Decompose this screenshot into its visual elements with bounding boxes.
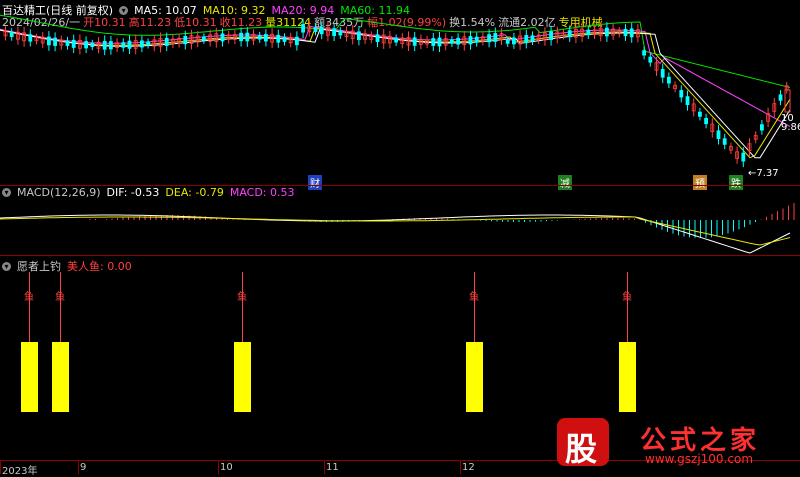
signal-fish-marker: 鱼 (55, 292, 65, 303)
signal-fish-marker: 鱼 (237, 292, 247, 303)
dea-line (0, 216, 791, 246)
signal-stem (474, 272, 475, 342)
x-axis-label: 10 (220, 462, 233, 473)
panel-divider (0, 255, 800, 256)
signal-bar (21, 342, 38, 412)
signal-stem (60, 272, 61, 342)
x-axis-tick (0, 460, 1, 474)
x-axis-tick (324, 460, 325, 474)
x-axis-tick (460, 460, 461, 474)
x-axis-label: 12 (462, 462, 475, 473)
signal-bar (619, 342, 636, 412)
signal-stem (627, 272, 628, 342)
watermark-logo-char: 股 (565, 430, 598, 468)
x-axis-label: 9 (80, 462, 87, 473)
signal-fish-marker: 鱼 (469, 292, 479, 303)
watermark-logo: 股 (557, 418, 609, 468)
x-axis-tick (78, 460, 79, 474)
x-axis-tick (218, 460, 219, 474)
signal-bar (466, 342, 483, 412)
signal-stem (242, 272, 243, 342)
signal-fish-marker: 鱼 (622, 292, 632, 303)
watermark-url: www.gszj100.com (645, 452, 754, 466)
signal-bar (52, 342, 69, 412)
macd-chart[interactable] (0, 0, 800, 474)
signal-fish-marker: 鱼 (24, 292, 34, 303)
indicator-value: 美人鱼: 0.00 (67, 260, 132, 273)
indicator-settings-icon[interactable]: ▾ (2, 261, 11, 271)
signal-stem (29, 272, 30, 342)
signal-bar (234, 342, 251, 412)
x-axis-label: 11 (326, 462, 339, 473)
indicator-title: 愿者上钓 (17, 260, 61, 273)
indicator-header: ▾ 愿者上钓 美人鱼: 0.00 (2, 258, 132, 274)
x-axis-label: 2023年 (2, 466, 38, 477)
